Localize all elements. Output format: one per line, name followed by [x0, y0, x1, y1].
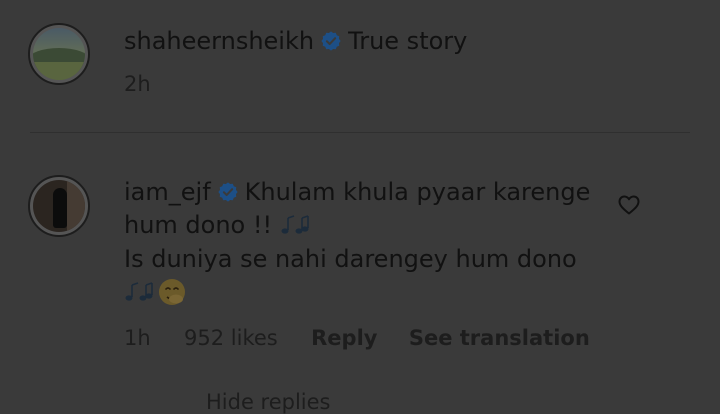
comment-2-line-4 [124, 276, 186, 309]
see-translation-button[interactable]: See translation [409, 326, 590, 350]
comment-1-time: 2h [124, 72, 151, 96]
verified-badge-icon [217, 181, 239, 203]
comment-2-text-line-3: Is duniya se nahi darengey hum dono [124, 245, 577, 273]
comment-1-header: shaheernsheikh True story [124, 27, 467, 55]
like-heart-icon[interactable] [617, 193, 641, 217]
avatar-iam-ejf[interactable] [28, 175, 90, 237]
username-shaheernsheikh[interactable]: shaheernsheikh [124, 27, 314, 55]
comment-2-text-line-1: Khulam khula pyaar karenge [244, 178, 591, 206]
comment-2-line-2: hum dono !! [124, 209, 314, 242]
comment-2-line-1: iam_ejf Khulam khula pyaar karenge [124, 176, 590, 209]
comment-1-text: True story [348, 27, 468, 55]
comment-2-time: 1h [124, 326, 151, 350]
username-iam-ejf[interactable]: iam_ejf [124, 178, 211, 206]
likes-count[interactable]: 952 likes [184, 326, 278, 350]
music-notes-icon [124, 281, 158, 303]
smiling-face-with-hand-over-mouth-icon [158, 278, 186, 306]
music-notes-icon [280, 214, 314, 236]
divider [30, 132, 690, 133]
hide-replies-button[interactable]: Hide replies [206, 390, 331, 414]
reply-button[interactable]: Reply [311, 326, 377, 350]
avatar-shaheernsheikh[interactable] [28, 23, 90, 85]
verified-badge-icon [320, 30, 342, 52]
comment-2-text-line-2: hum dono !! [124, 211, 273, 239]
comment-2-meta: 1h 952 likes Reply See translation [124, 326, 590, 350]
